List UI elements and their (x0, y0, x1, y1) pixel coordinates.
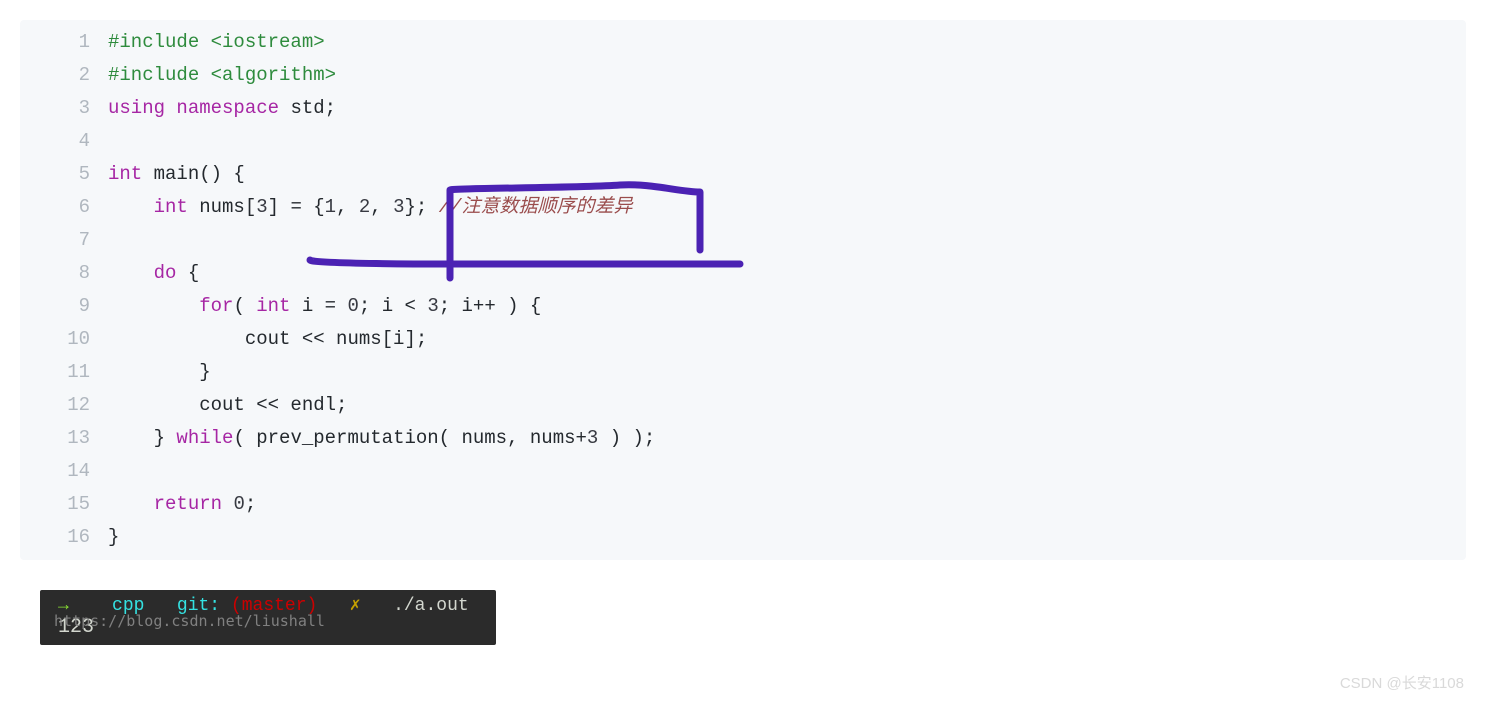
code-block: 1#include <iostream>2#include <algorithm… (20, 20, 1466, 560)
line-number: 13 (20, 422, 108, 455)
line-number: 10 (20, 323, 108, 356)
line-number: 9 (20, 290, 108, 323)
code-line: 15 return 0; (20, 488, 1466, 521)
page-content: 1#include <iostream>2#include <algorithm… (0, 0, 1486, 657)
terminal-watermark: https://blog.csdn.net/liushall (54, 612, 325, 630)
code-text: } (108, 521, 119, 554)
hand-annotation (20, 20, 920, 280)
line-number: 15 (20, 488, 108, 521)
page-watermark: CSDN @长安1108 (1340, 672, 1464, 693)
code-text: } while( prev_permutation( nums, nums+3 … (108, 422, 655, 455)
line-number: 12 (20, 389, 108, 422)
code-line: 14 (20, 455, 1466, 488)
code-text: cout << endl; (108, 389, 347, 422)
line-number: 14 (20, 455, 108, 488)
code-text: cout << nums[i]; (108, 323, 427, 356)
terminal-output: → cpp git: (master) ✗ ./a.out https://bl… (40, 590, 496, 645)
terminal-command: ./a.out (393, 596, 469, 616)
code-text: for( int i = 0; i < 3; i++ ) { (108, 290, 541, 323)
code-text: } (108, 356, 211, 389)
code-line: 13 } while( prev_permutation( nums, nums… (20, 422, 1466, 455)
line-number: 11 (20, 356, 108, 389)
code-line: 10 cout << nums[i]; (20, 323, 1466, 356)
code-line: 11 } (20, 356, 1466, 389)
code-text: return 0; (108, 488, 256, 521)
terminal-dirty-icon: ✗ (350, 596, 361, 616)
code-line: 16} (20, 521, 1466, 554)
code-line: 9 for( int i = 0; i < 3; i++ ) { (20, 290, 1466, 323)
code-line: 12 cout << endl; (20, 389, 1466, 422)
line-number: 16 (20, 521, 108, 554)
